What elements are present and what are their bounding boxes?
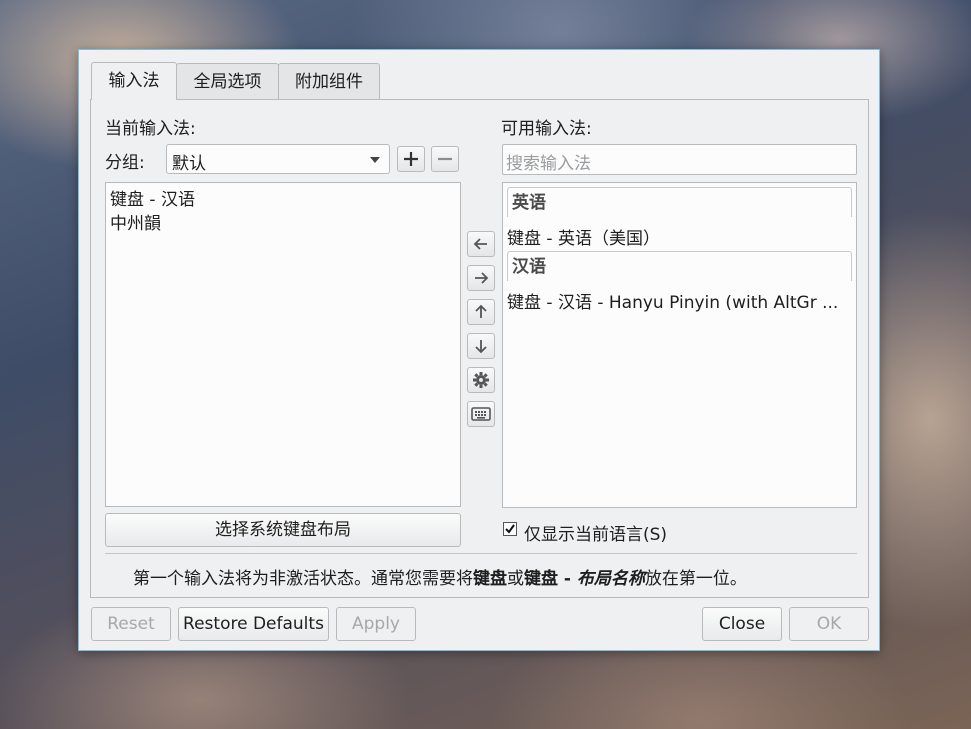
- hint-part-3: 放在第一位。: [644, 569, 747, 589]
- hint-part-1: 第一个输入法将为非激活状态。通常您需要将: [133, 569, 473, 589]
- ok-button[interactable]: OK: [789, 607, 869, 641]
- arrow-down-icon: [475, 340, 487, 354]
- hint-bold-keyboard: 键盘: [473, 569, 507, 589]
- input-method-config-dialog: 输入法 全局选项 附加组件 当前输入法: 分组: 默认 键盘 - 汉语 中州韻 …: [78, 49, 880, 651]
- checkmark-icon: [505, 524, 515, 534]
- arrow-left-icon: [473, 238, 487, 250]
- reset-button[interactable]: Reset: [91, 607, 171, 641]
- hint-text: 第一个输入法将为非激活状态。通常您需要将键盘或键盘 - 布局名称放在第一位。: [133, 564, 747, 589]
- restore-defaults-button[interactable]: Restore Defaults: [178, 607, 329, 641]
- apply-button[interactable]: Apply: [336, 607, 416, 641]
- tab-global-options[interactable]: 全局选项: [176, 63, 279, 99]
- chevron-down-icon: [370, 157, 380, 163]
- remove-group-button[interactable]: [431, 146, 459, 172]
- group-select[interactable]: 默认: [166, 144, 390, 174]
- move-down-button[interactable]: [467, 333, 495, 359]
- group-label: 分组:: [105, 153, 145, 173]
- list-item[interactable]: 键盘 - 英语（美国）: [507, 224, 660, 249]
- arrow-right-icon: [475, 272, 489, 284]
- tab-input-method[interactable]: 输入法: [91, 62, 177, 100]
- gear-icon: [473, 372, 489, 388]
- select-keyboard-layout-button[interactable]: 选择系统键盘布局: [105, 513, 461, 547]
- hint-bold-keyboard-dash: 键盘 -: [524, 569, 577, 589]
- available-input-method-list[interactable]: 英语 键盘 - 英语（美国） 汉语 键盘 - 汉语 - Hanyu Pinyin…: [502, 182, 857, 508]
- search-placeholder: 搜索输入法: [506, 154, 591, 174]
- divider: [105, 553, 857, 554]
- group-header-chinese: 汉语: [507, 251, 852, 281]
- only-current-language-label[interactable]: 仅显示当前语言(S): [524, 520, 667, 545]
- list-item[interactable]: 中州韻: [110, 209, 161, 234]
- keyboard-layout-button[interactable]: [467, 401, 495, 427]
- add-group-button[interactable]: [397, 146, 425, 172]
- close-button[interactable]: Close: [702, 607, 782, 641]
- arrow-up-icon: [475, 304, 487, 318]
- current-input-method-list[interactable]: 键盘 - 汉语 中州韻: [105, 182, 461, 507]
- group-header-english: 英语: [507, 187, 852, 217]
- configure-button[interactable]: [467, 367, 495, 393]
- search-input-method-field[interactable]: 搜索输入法: [502, 144, 857, 175]
- move-right-button[interactable]: [467, 265, 495, 291]
- hint-bold-italic-layout-name: 布局名称: [576, 569, 645, 589]
- move-left-button[interactable]: [467, 231, 495, 257]
- available-input-method-heading: 可用输入法:: [501, 119, 592, 139]
- move-up-button[interactable]: [467, 299, 495, 325]
- tab-addons[interactable]: 附加组件: [278, 63, 380, 99]
- tab-panel: 当前输入法: 分组: 默认 键盘 - 汉语 中州韻 选择系统键盘布局 可用输入法…: [90, 99, 869, 598]
- current-input-method-heading: 当前输入法:: [105, 119, 196, 139]
- list-item[interactable]: 键盘 - 汉语: [110, 185, 195, 210]
- keyboard-icon: [471, 407, 491, 421]
- hint-part-2: 或: [507, 569, 524, 589]
- plus-icon: [404, 152, 418, 166]
- group-select-value: 默认: [172, 154, 206, 174]
- minus-icon: [438, 157, 452, 161]
- list-item[interactable]: 键盘 - 汉语 - Hanyu Pinyin (with AltGr ...: [507, 288, 838, 313]
- only-current-language-checkbox[interactable]: [503, 522, 517, 536]
